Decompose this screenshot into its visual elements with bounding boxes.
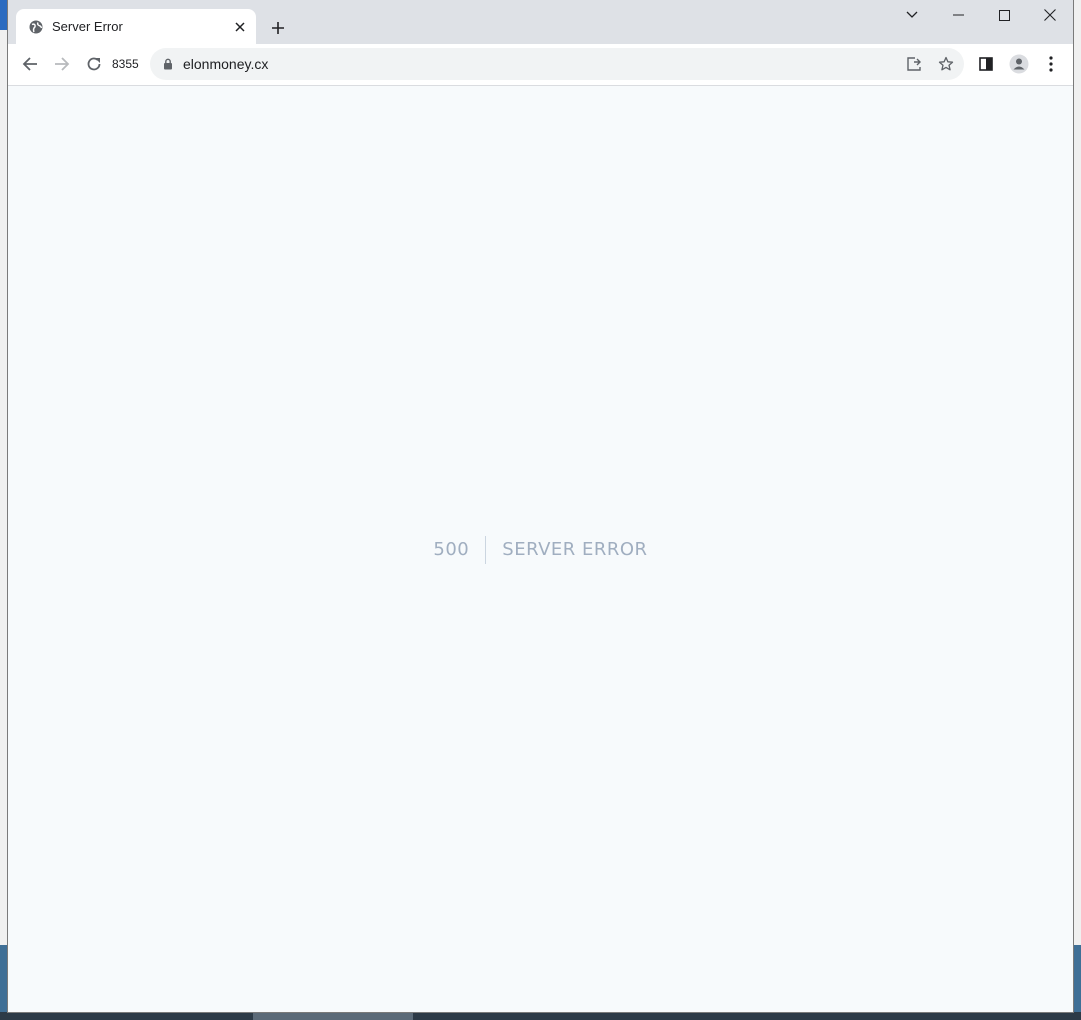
window-controls xyxy=(889,0,1073,32)
error-message-block: 500 SERVER ERROR xyxy=(8,536,1073,564)
taskbar-active-item[interactable] xyxy=(253,1012,413,1020)
close-icon xyxy=(1044,9,1056,21)
tab-search-button[interactable] xyxy=(889,0,935,30)
chevron-down-icon xyxy=(906,11,918,18)
tab-strip: Server Error xyxy=(8,0,1073,44)
more-vert-icon xyxy=(1049,56,1053,72)
reload-counter: 8355 xyxy=(112,57,139,71)
close-icon[interactable] xyxy=(232,19,248,35)
plus-icon xyxy=(272,22,284,34)
minimize-button[interactable] xyxy=(935,0,981,30)
background-window-edge xyxy=(1073,945,1081,1015)
arrow-right-icon xyxy=(55,57,70,71)
close-window-button[interactable] xyxy=(1027,0,1073,30)
menu-button[interactable] xyxy=(1037,50,1065,78)
background-window-edge xyxy=(0,0,8,30)
lock-icon[interactable] xyxy=(160,56,176,72)
share-button[interactable] xyxy=(902,52,926,76)
page-content: 500 SERVER ERROR xyxy=(8,86,1073,1012)
background-window-right xyxy=(1073,0,1081,1020)
browser-window: Server Error 8355 elonmoney.cx 500 SERVE… xyxy=(8,0,1073,1012)
reload-button[interactable] xyxy=(80,50,108,78)
tab-server-error[interactable]: Server Error xyxy=(16,9,256,44)
error-code: 500 xyxy=(433,536,487,564)
background-window-left xyxy=(0,0,8,1020)
globe-icon xyxy=(28,19,44,35)
minimize-icon xyxy=(952,14,964,16)
error-message: SERVER ERROR xyxy=(502,539,648,560)
star-icon xyxy=(938,56,954,71)
taskbar xyxy=(0,1012,1081,1020)
side-panel-icon xyxy=(979,57,993,71)
arrow-left-icon xyxy=(22,57,37,71)
background-window-edge xyxy=(0,945,8,1015)
url-text[interactable]: elonmoney.cx xyxy=(183,56,268,72)
side-panel-button[interactable] xyxy=(972,50,1000,78)
back-button[interactable] xyxy=(16,50,44,78)
maximize-button[interactable] xyxy=(981,0,1027,30)
share-icon xyxy=(907,57,921,71)
bookmark-button[interactable] xyxy=(934,52,958,76)
maximize-icon xyxy=(998,9,1010,21)
new-tab-button[interactable] xyxy=(266,16,290,40)
address-bar[interactable]: elonmoney.cx xyxy=(150,48,964,80)
profile-button[interactable] xyxy=(1005,50,1033,78)
tab-title: Server Error xyxy=(52,19,123,34)
forward-button[interactable] xyxy=(48,50,76,78)
reload-icon xyxy=(87,57,101,71)
browser-toolbar: 8355 elonmoney.cx xyxy=(8,44,1073,86)
avatar-icon xyxy=(1009,54,1029,74)
